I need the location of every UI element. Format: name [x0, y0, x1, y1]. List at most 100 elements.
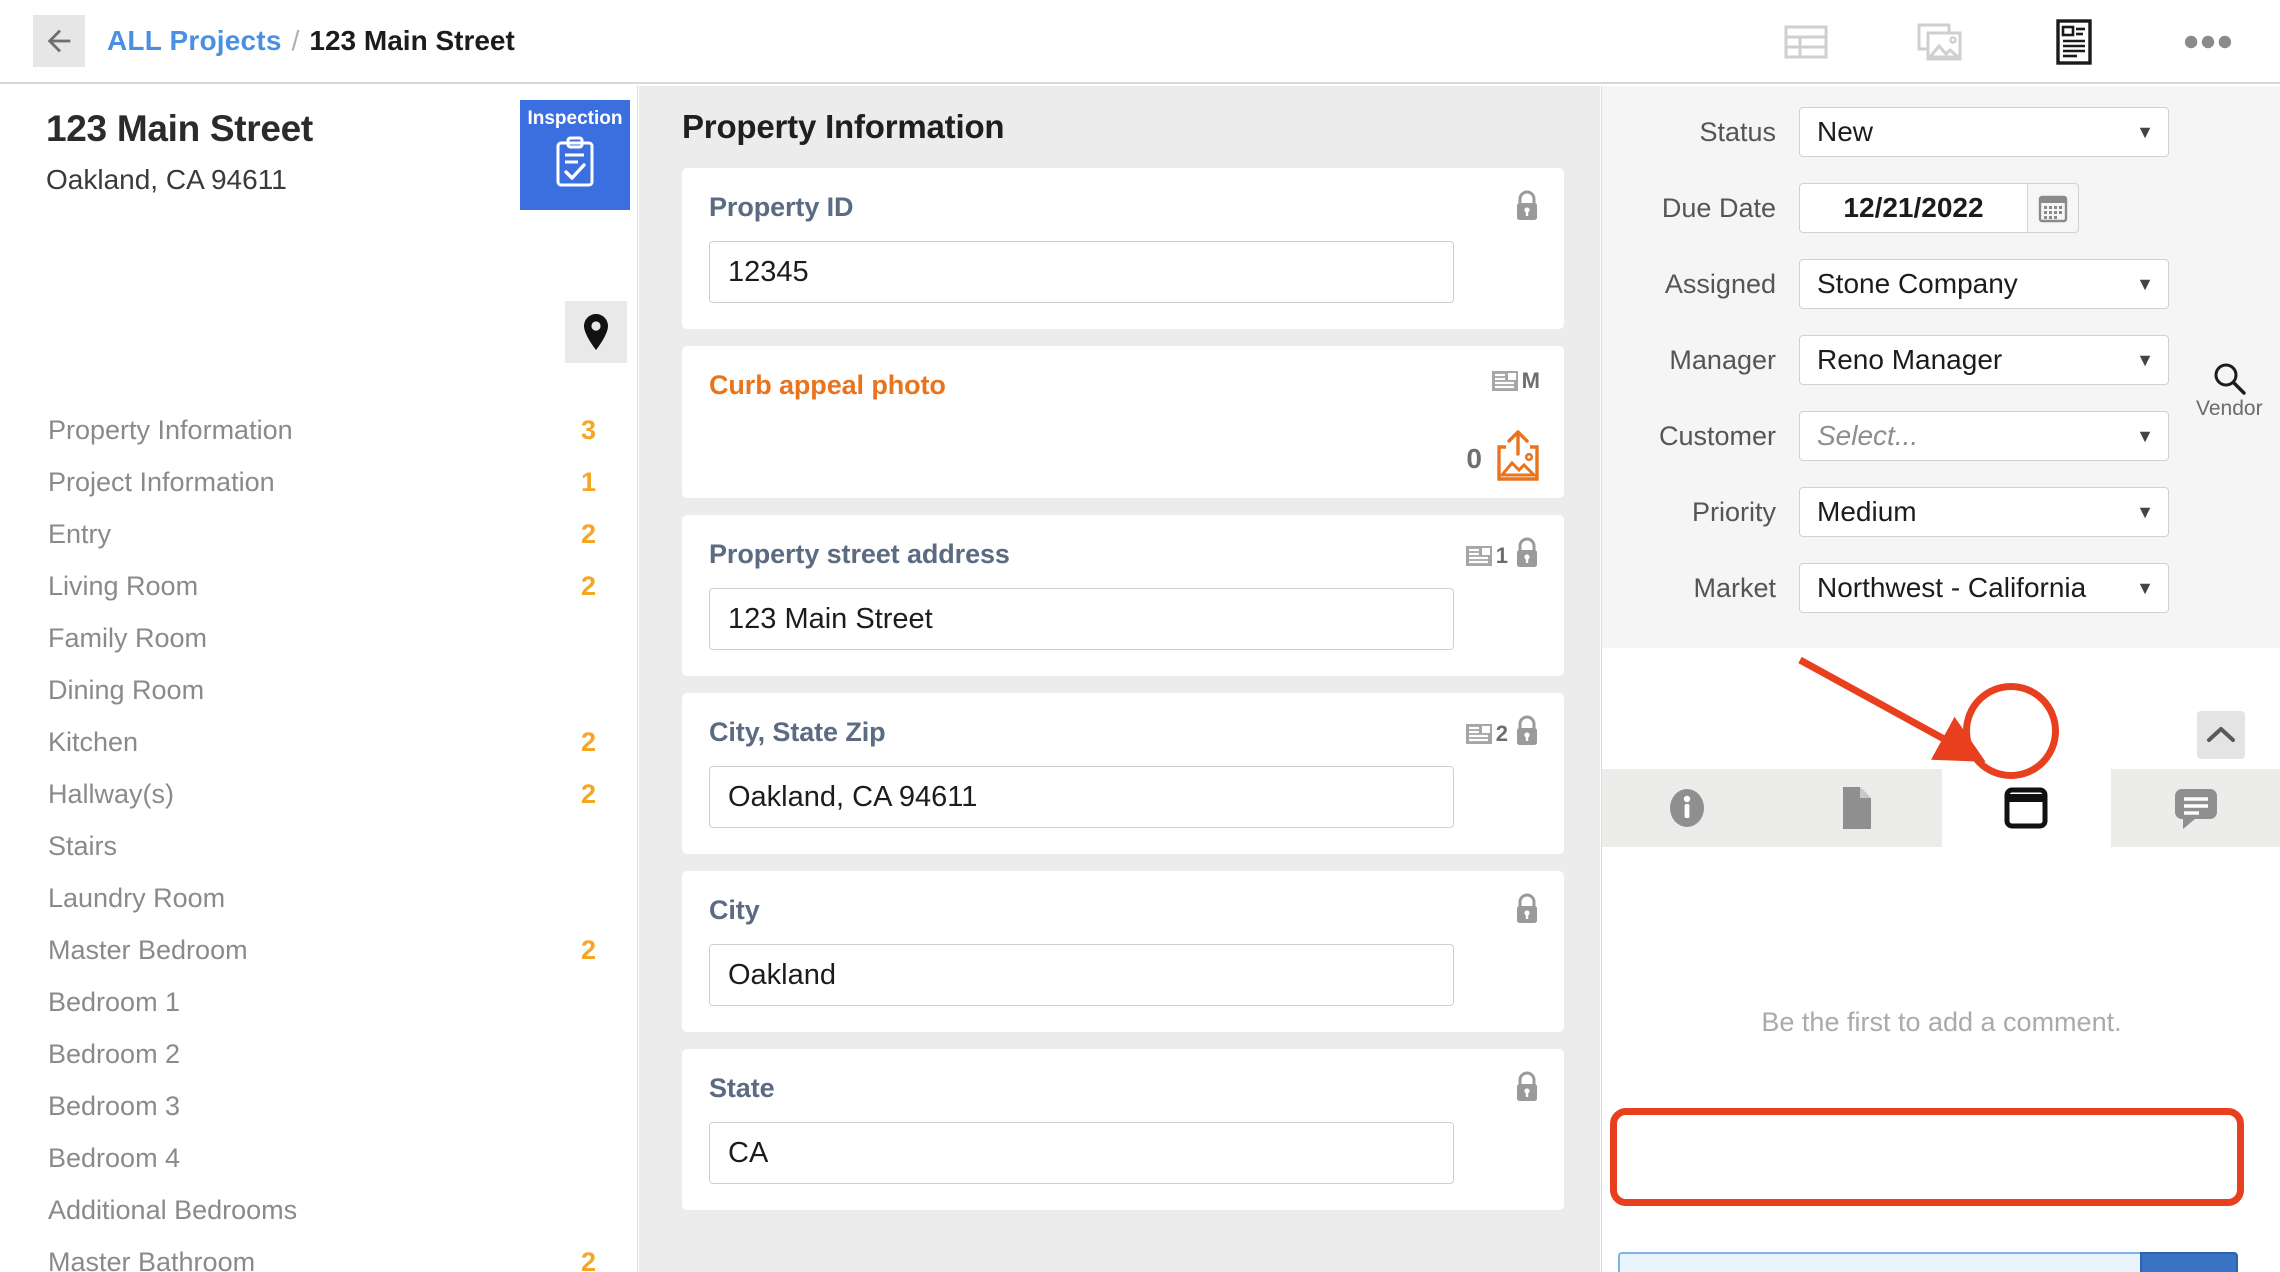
sidebar-item[interactable]: Additional Bedrooms — [0, 1184, 637, 1236]
more-options-button[interactable] — [2184, 18, 2232, 66]
field-input[interactable]: 123 Main Street — [709, 588, 1454, 650]
sidebar-item-label: Master Bathroom — [48, 1246, 256, 1272]
sidebar-item-count: 1 — [580, 466, 596, 497]
sidebar-item[interactable]: Family Room — [0, 612, 637, 664]
due-date-input[interactable]: 12/21/2022 — [1799, 183, 2027, 233]
attribute-label: Market — [1693, 572, 1776, 603]
attribute-select[interactable]: Reno Manager ▼ — [1799, 335, 2169, 385]
attribute-select[interactable]: New ▼ — [1799, 107, 2169, 157]
note-badge[interactable]: 2 — [1465, 721, 1508, 747]
sidebar-item[interactable]: Kitchen 2 — [0, 716, 637, 768]
note-count: 1 — [1495, 542, 1508, 568]
field-meta: 2 — [1465, 715, 1540, 752]
sidebar-item-label: Property Information — [48, 414, 293, 445]
sidebar-item[interactable]: Project Information 1 — [0, 456, 637, 508]
sidebar-item-count: 2 — [580, 1246, 596, 1272]
field-input[interactable]: CA — [709, 1122, 1454, 1184]
tab-documents[interactable] — [1772, 769, 1942, 847]
note-icon — [1465, 723, 1492, 744]
note-icon — [1465, 545, 1492, 566]
document-icon — [1842, 787, 1871, 829]
main-content: Property Information Property ID 12345 Cur… — [639, 86, 1600, 1272]
arrow-left-icon — [47, 29, 71, 53]
field-meta — [1514, 190, 1540, 227]
breadcrumb-all-projects[interactable]: ALL Projects — [107, 25, 282, 57]
sidebar-item-count: 2 — [580, 934, 596, 965]
sidebar-item-count: 3 — [580, 414, 596, 445]
photo-upload-control[interactable]: 0 — [1466, 430, 1542, 487]
send-comment-button[interactable]: Send — [2140, 1252, 2238, 1272]
sidebar-item[interactable]: Entry 2 — [0, 508, 637, 560]
attribute-label: Customer — [1658, 420, 1776, 451]
field-input[interactable]: Oakland, CA 94611 — [709, 766, 1454, 828]
sidebar-item[interactable]: Property Information 3 — [0, 404, 637, 456]
sidebar-item-label: Bedroom 1 — [48, 986, 181, 1017]
table-view-button[interactable] — [1782, 18, 1830, 66]
field-input[interactable]: Oakland — [709, 944, 1454, 1006]
annotation-rect-comment-bar — [1610, 1108, 2244, 1206]
field-label: Property street address — [709, 539, 1010, 569]
sidebar-item[interactable]: Master Bedroom 2 — [0, 924, 637, 976]
attribute-value: Medium — [1817, 496, 1917, 527]
vendor-search-button[interactable]: Vendor — [2196, 360, 2263, 421]
sidebar-item-label: Project Information — [48, 466, 275, 497]
attribute-row: Assigned Stone Company ▼ — [1602, 259, 2280, 309]
collapse-panel-button[interactable] — [2197, 711, 2245, 759]
sidebar-item[interactable]: Bedroom 3 — [0, 1080, 637, 1132]
upload-photo-button[interactable] — [1494, 430, 1542, 487]
sidebar-item[interactable]: Dining Room — [0, 664, 637, 716]
comment-compose-bar: Add your comment here. Send — [1618, 1252, 2238, 1272]
attribute-value: Select... — [1817, 420, 1919, 451]
inspection-badge[interactable]: Inspection — [520, 100, 630, 210]
sidebar-item[interactable]: Living Room 2 — [0, 560, 637, 612]
sidebar-item[interactable]: Bedroom 2 — [0, 1028, 637, 1080]
sidebar-item[interactable]: Bedroom 4 — [0, 1132, 637, 1184]
field-card: State CA — [682, 1049, 1564, 1210]
gallery-view-button[interactable] — [1916, 18, 1964, 66]
sidebar-item-label: Master Bedroom — [48, 934, 248, 965]
sidebar-item-label: Laundry Room — [48, 882, 226, 913]
sidebar-item-label: Family Room — [48, 622, 208, 653]
lock-badge — [1514, 1071, 1540, 1108]
chevron-down-icon: ▼ — [2136, 349, 2154, 370]
field-label: Curb appeal photo — [709, 370, 946, 400]
sidebar-item-label: Additional Bedrooms — [48, 1194, 298, 1225]
sidebar-item[interactable]: Bedroom 1 — [0, 976, 637, 1028]
sidebar-item-label: Bedroom 4 — [48, 1142, 181, 1173]
sidebar-item-label: Dining Room — [48, 674, 205, 705]
comment-input[interactable]: Add your comment here. — [1618, 1252, 2140, 1272]
attribute-label: Due Date — [1661, 192, 1776, 223]
attribute-value: Reno Manager — [1817, 344, 2003, 375]
sidebar-item[interactable]: Master Bathroom 2 — [0, 1236, 637, 1272]
field-label: Property ID — [709, 192, 854, 222]
field-card: City, State Zip Oakland, CA 94611 2 — [682, 693, 1564, 854]
attribute-value: New — [1817, 116, 1874, 147]
field-label: City, State Zip — [709, 717, 886, 747]
search-icon — [2214, 363, 2246, 395]
sidebar-item-label: Hallway(s) — [48, 778, 175, 809]
map-location-button[interactable] — [565, 301, 627, 363]
sidebar-item[interactable]: Laundry Room — [0, 872, 637, 924]
tab-window[interactable] — [1941, 769, 2112, 847]
tab-info[interactable] — [1602, 769, 1772, 847]
breadcrumb-separator: / — [291, 25, 300, 56]
sidebar-item[interactable]: Hallway(s) 2 — [0, 768, 637, 820]
report-view-button[interactable] — [2050, 18, 2098, 66]
field-card: Property ID 12345 — [682, 168, 1564, 329]
note-badge[interactable]: M — [1491, 368, 1540, 394]
field-input[interactable]: 12345 — [709, 241, 1454, 303]
attribute-select[interactable]: Medium ▼ — [1799, 487, 2169, 537]
attribute-select[interactable]: Northwest - California ▼ — [1799, 563, 2169, 613]
comment-icon — [2175, 789, 2218, 829]
back-button[interactable] — [33, 15, 85, 67]
info-icon — [1669, 789, 1704, 827]
note-badge[interactable]: 1 — [1465, 543, 1508, 569]
sidebar-item-count: 2 — [580, 726, 596, 757]
tab-comments[interactable] — [2111, 769, 2280, 847]
lock-icon — [1517, 893, 1537, 923]
attribute-select[interactable]: Select... ▼ — [1799, 411, 2169, 461]
attribute-row: Priority Medium ▼ — [1602, 487, 2280, 537]
calendar-picker-button[interactable] — [2027, 183, 2079, 233]
sidebar-item[interactable]: Stairs — [0, 820, 637, 872]
attribute-select[interactable]: Stone Company ▼ — [1799, 259, 2169, 309]
